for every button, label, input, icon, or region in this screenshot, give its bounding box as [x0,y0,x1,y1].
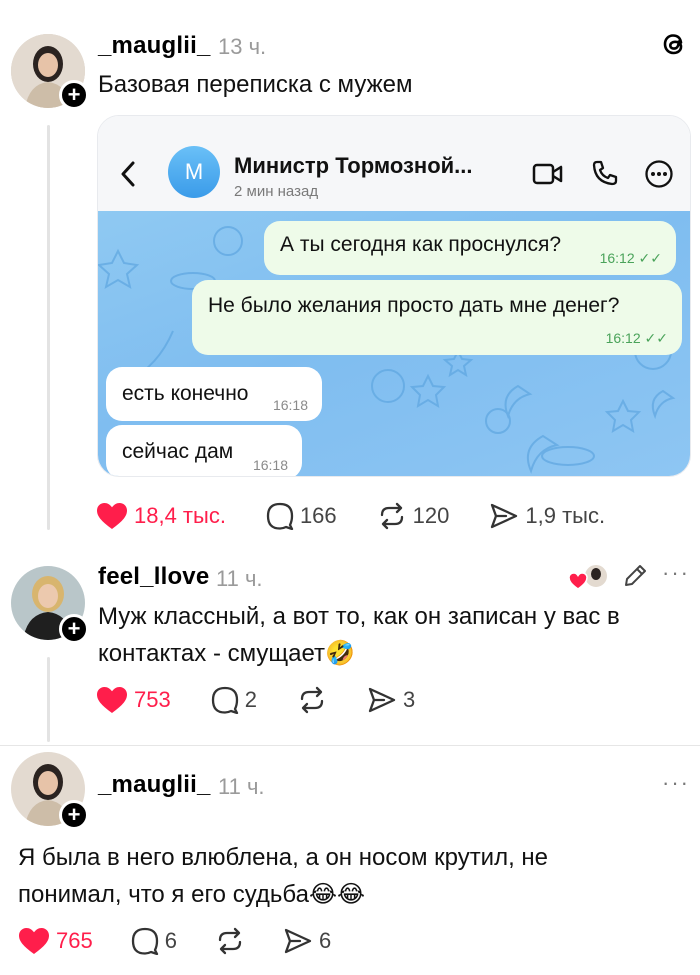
share-count: 1,9 тыс. [525,503,606,528]
repost-count: 120 [412,503,450,528]
reply-actions: 753 2 3 [96,682,415,718]
repost-icon [215,927,245,955]
chat-message-in: сейчас дам 16:18 [106,425,302,476]
comment-button[interactable]: 6 [131,927,177,955]
repost-icon [377,502,407,530]
like-count: 753 [134,687,171,712]
like-button[interactable]: 753 [96,686,171,714]
follow-plus-icon[interactable]: + [59,614,89,644]
comment-count: 166 [299,503,337,528]
share-icon [489,502,519,530]
post-text: Базовая переписка с мужем [98,71,413,98]
liked-by-author-icon [568,563,612,591]
follow-plus-icon[interactable]: + [59,80,89,110]
reply-text: Я была в него влюблена, а он носом крути… [18,844,549,908]
chat-status: 2 мин назад [234,183,319,200]
reply-time: 11 ч. [216,566,263,591]
edit-pencil-icon[interactable] [622,563,648,594]
reply-username[interactable]: feel_llove [98,563,209,591]
reply-text: Муж классный, а вот то, как он записан у… [98,603,620,667]
reply-username[interactable]: _mauglii_ [98,771,211,799]
more-icon [644,159,674,194]
like-button[interactable]: 18,4 тыс. [96,502,226,530]
thread-line [47,125,50,530]
chat-avatar: М [168,146,220,198]
chat-message-out: Не было желания просто дать мне денег? 1… [192,280,682,355]
divider [0,745,700,746]
comment-icon [211,686,239,714]
repost-button[interactable] [297,686,327,714]
reply-actions: 765 6 6 [18,923,331,959]
back-chevron-icon [120,160,136,193]
chat-message-in: есть конечно 16:18 [106,367,322,421]
share-icon [283,927,313,955]
threads-logo-icon[interactable] [662,30,686,63]
heart-icon [96,686,128,714]
chat-screenshot[interactable]: М Министр Тормозной... 2 мин назад А ты … [97,115,691,477]
comment-button[interactable]: 166 [266,502,337,530]
chat-contact-name: Министр Тормозной... [234,153,473,178]
repost-icon [297,686,327,714]
follow-plus-icon[interactable]: + [59,800,89,830]
share-icon [367,686,397,714]
heart-icon [96,502,128,530]
comment-button[interactable]: 2 [211,686,257,714]
phone-icon [591,159,619,192]
share-count: 6 [318,928,332,953]
more-options-icon[interactable]: ··· [662,560,690,586]
share-count: 3 [402,687,416,712]
chat-message-out: А ты сегодня как проснулся? 16:12 ✓✓ [264,221,676,275]
more-options-icon[interactable]: ··· [662,770,690,796]
video-call-icon [532,162,564,191]
like-count: 765 [56,928,93,953]
like-count: 18,4 тыс. [134,503,226,528]
repost-button[interactable] [215,927,245,955]
comment-icon [266,502,294,530]
heart-icon [18,927,50,955]
share-button[interactable]: 3 [367,686,415,714]
post-time: 13 ч. [218,34,267,59]
chat-header: М Министр Тормозной... 2 мин назад [98,116,690,211]
post-username[interactable]: _mauglii_ [98,32,211,60]
thread-line [47,657,50,742]
like-button[interactable]: 765 [18,927,93,955]
comment-count: 6 [164,928,177,953]
share-button[interactable]: 1,9 тыс. [489,502,605,530]
share-button[interactable]: 6 [283,927,331,955]
comment-icon [131,927,159,955]
post-actions: 18,4 тыс. 166 120 1,9 тыс. [96,498,605,534]
repost-button[interactable]: 120 [377,502,450,530]
reply-time: 11 ч. [218,774,265,799]
comment-count: 2 [244,687,257,712]
